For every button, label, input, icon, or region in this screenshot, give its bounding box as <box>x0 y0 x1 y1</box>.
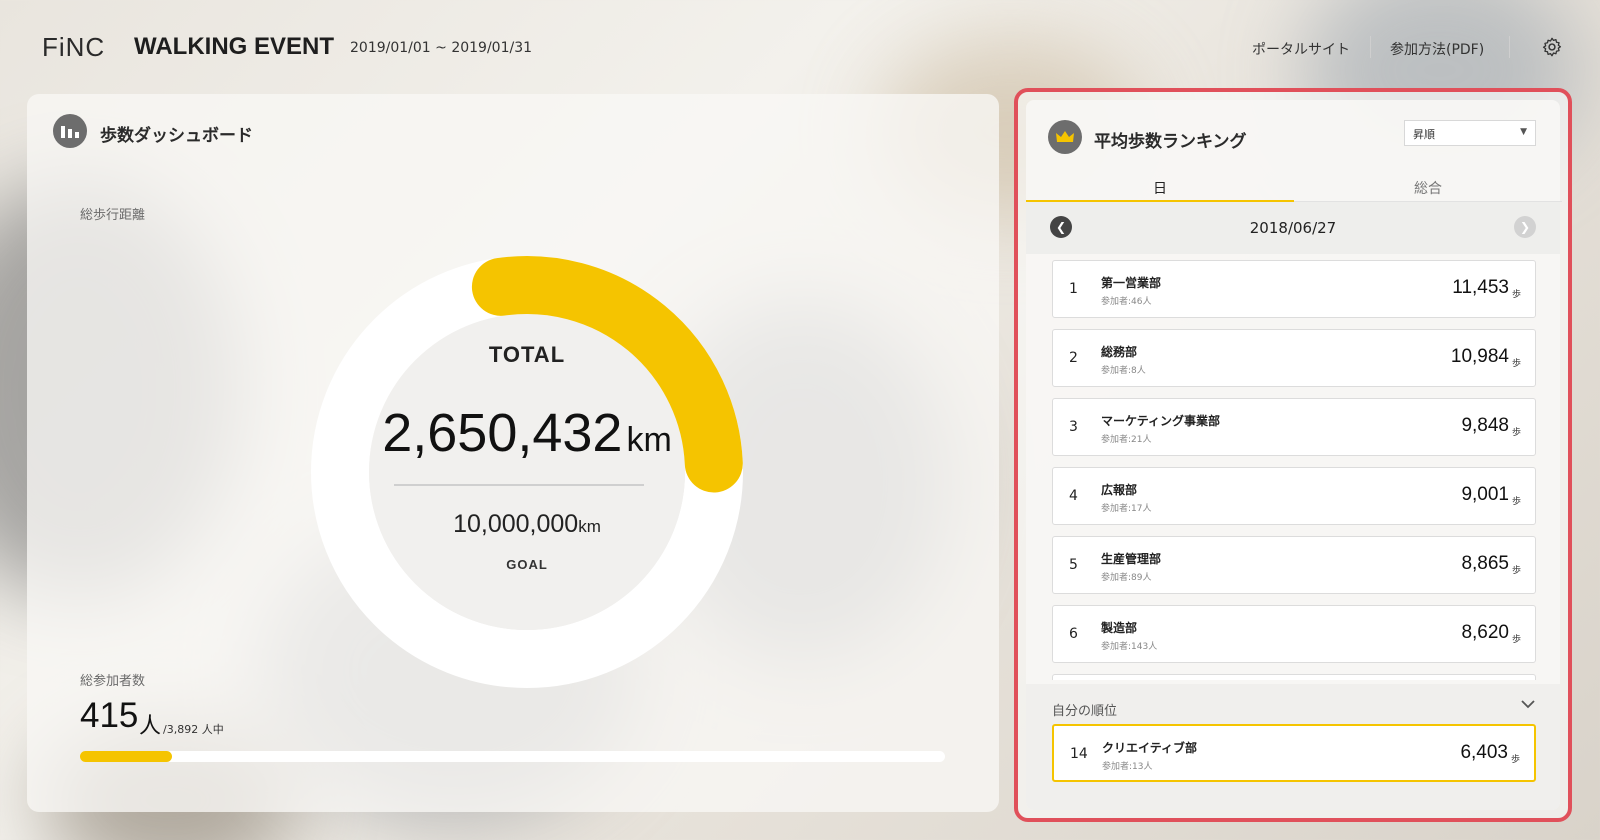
participation-pdf-link[interactable]: 参加方法(PDF) <box>1390 39 1484 59</box>
my-rank-label: 自分の順位 <box>1052 704 1118 719</box>
tab-overall[interactable]: 総合 <box>1294 170 1562 202</box>
department-name: 生産管理部 <box>1101 552 1162 566</box>
goal-distance-value: 10,000,000 <box>453 510 579 538</box>
participation-progress-bar <box>80 751 945 762</box>
rank-number: 4 <box>1069 488 1078 504</box>
rank-number: 1 <box>1069 281 1078 297</box>
step-unit: 歩 <box>1510 755 1520 765</box>
department-name: クリエイティブ部 <box>1102 741 1198 755</box>
total-label: TOTAL <box>488 342 566 367</box>
ranking-row[interactable]: 3 マーケティング事業部 参加者:21人 9,848 歩 <box>1052 398 1536 456</box>
total-distance: 2,650,432 km <box>297 402 757 464</box>
participant-count: 参加者:8人 <box>1101 366 1146 376</box>
participants-label: 総参加者数 <box>80 674 146 689</box>
goal-distance: 10,000,000km <box>297 510 757 539</box>
participant-count: 参加者:13人 <box>1102 762 1153 772</box>
participants-total: /3,892 人中 <box>163 723 224 736</box>
ranking-row[interactable]: 4 広報部 参加者:17人 9,001 歩 <box>1052 467 1536 525</box>
participation-progress-fill <box>80 751 173 762</box>
ranking-row[interactable]: 6 製造部 参加者:143人 8,620 歩 <box>1052 605 1536 663</box>
dropdown-arrow-icon: ▼ <box>1520 127 1527 137</box>
total-distance-label: 総歩行距離 <box>80 208 146 223</box>
step-unit: 歩 <box>1511 566 1521 576</box>
step-unit: 歩 <box>1511 359 1521 369</box>
department-name: マーケティング事業部 <box>1101 414 1221 428</box>
nav-divider <box>1509 36 1510 58</box>
department-name: 総務部 <box>1101 345 1138 359</box>
step-unit: 歩 <box>1511 428 1521 438</box>
ranking-date: 2018/06/27 <box>1249 219 1337 237</box>
average-steps: 9,001 <box>1461 484 1509 505</box>
rank-number: 5 <box>1069 557 1078 573</box>
event-title: WALKING EVENT <box>134 33 335 60</box>
average-steps: 6,403 <box>1460 742 1508 763</box>
portal-site-link[interactable]: ポータルサイト <box>1252 39 1350 59</box>
donut-center: TOTAL 2,650,432 km 10,000,000km GOAL <box>297 242 757 702</box>
my-rank-section: 自分の順位 14 クリエイティブ部 参加者:13人 6,403 歩 <box>1026 684 1560 810</box>
dashboard-title: 歩数ダッシュボード <box>100 126 253 146</box>
my-rank-row[interactable]: 14 クリエイティブ部 参加者:13人 6,403 歩 <box>1052 724 1536 782</box>
ranking-row[interactable] <box>1052 674 1536 680</box>
chevron-down-icon[interactable] <box>1520 696 1536 712</box>
donut-divider <box>394 484 644 486</box>
participant-count: 参加者:17人 <box>1101 504 1152 514</box>
participants-count: 415 <box>80 696 139 735</box>
rank-number: 6 <box>1069 626 1078 642</box>
ranking-card: 平均歩数ランキング 昇順 ▼ 日 総合 ❮ 2018/06/27 ❯ 1 第一営… <box>1014 88 1572 822</box>
tab-daily[interactable]: 日 <box>1026 170 1294 202</box>
step-unit: 歩 <box>1511 635 1521 645</box>
top-header: FiNC WALKING EVENT 2019/01/01 ~ 2019/01/… <box>0 0 1600 92</box>
sort-order-select[interactable]: 昇順 ▼ <box>1404 120 1536 146</box>
nav-divider <box>1370 36 1371 58</box>
crown-icon <box>1048 120 1082 154</box>
average-steps: 8,620 <box>1461 622 1509 643</box>
sort-order-value: 昇順 <box>1413 128 1435 141</box>
department-name: 広報部 <box>1101 483 1138 497</box>
rank-number: 14 <box>1070 746 1088 762</box>
department-name: 製造部 <box>1101 621 1138 635</box>
total-distance-value: 2,650,432 <box>382 403 623 463</box>
ranking-row[interactable]: 5 生産管理部 参加者:89人 8,865 歩 <box>1052 536 1536 594</box>
gear-icon[interactable] <box>1541 36 1563 58</box>
participant-count: 参加者:89人 <box>1101 573 1152 583</box>
event-dates: 2019/01/01 ~ 2019/01/31 <box>350 40 533 56</box>
step-unit: 歩 <box>1511 290 1521 300</box>
bar-chart-icon <box>53 114 87 148</box>
goal-label: GOAL <box>506 557 548 572</box>
average-steps: 11,453 <box>1452 277 1509 298</box>
participant-count: 参加者:21人 <box>1101 435 1152 445</box>
date-navigator: ❮ 2018/06/27 ❯ <box>1026 202 1560 254</box>
average-steps: 10,984 <box>1450 346 1509 367</box>
participant-count: 参加者:46人 <box>1101 297 1152 307</box>
ranking-title: 平均歩数ランキング <box>1094 132 1247 152</box>
average-steps: 8,865 <box>1461 553 1509 574</box>
total-distance-unit: km <box>626 421 672 459</box>
step-unit: 歩 <box>1511 497 1521 507</box>
goal-distance-unit: km <box>578 517 601 536</box>
rank-number: 3 <box>1069 419 1078 435</box>
ranking-row[interactable]: 1 第一営業部 参加者:46人 11,453 歩 <box>1052 260 1536 318</box>
rank-number: 2 <box>1069 350 1078 366</box>
ranking-list[interactable]: 1 第一営業部 参加者:46人 11,453 歩 2 総務部 参加者:8人 10… <box>1052 260 1536 680</box>
department-name: 第一営業部 <box>1101 276 1162 290</box>
chevron-right-icon[interactable]: ❯ <box>1514 216 1536 238</box>
finc-logo[interactable]: FiNC <box>42 32 105 63</box>
participant-count: 参加者:143人 <box>1101 642 1158 652</box>
step-dashboard-card: 歩数ダッシュボード 総歩行距離 TOTAL 2,650,432 km 10,000… <box>27 94 999 812</box>
ranking-panel: 平均歩数ランキング 昇順 ▼ 日 総合 ❮ 2018/06/27 ❯ 1 第一営… <box>1026 100 1562 810</box>
average-steps: 9,848 <box>1461 415 1509 436</box>
ranking-row[interactable]: 2 総務部 参加者:8人 10,984 歩 <box>1052 329 1536 387</box>
participants-unit: 人 <box>139 714 162 739</box>
